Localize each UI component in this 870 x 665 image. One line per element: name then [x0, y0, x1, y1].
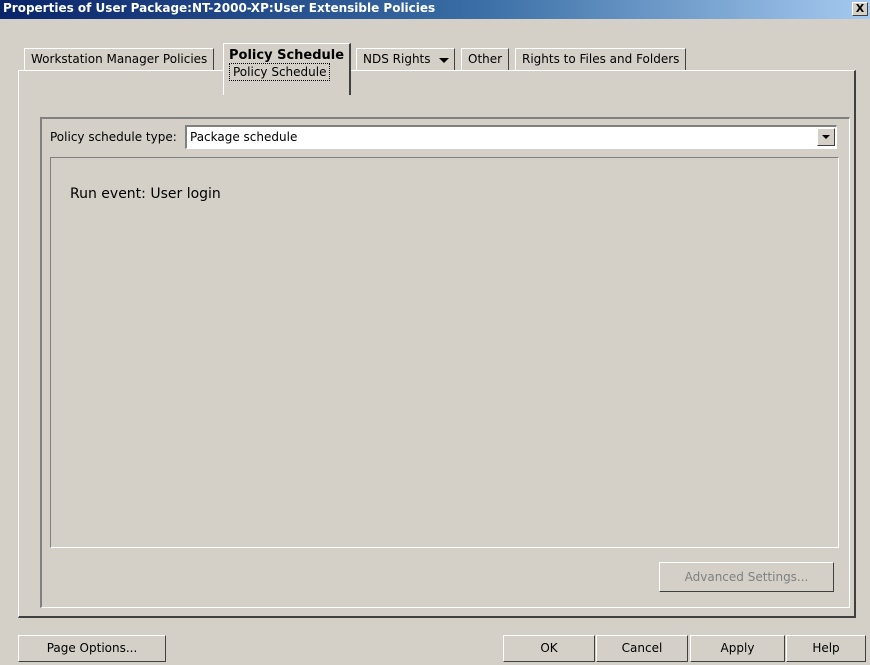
- schedule-type-value: Package schedule: [190, 130, 298, 144]
- tab-workstation-manager-policies[interactable]: Workstation Manager Policies: [24, 48, 215, 70]
- tab-label: Rights to Files and Folders: [522, 52, 680, 66]
- schedule-type-label: Policy schedule type:: [50, 130, 177, 144]
- page-options-button[interactable]: Page Options...: [18, 635, 166, 662]
- tab-label: Workstation Manager Policies: [31, 52, 208, 66]
- help-button[interactable]: Help: [786, 635, 866, 662]
- ok-button[interactable]: OK: [503, 635, 595, 662]
- schedule-type-dropdown-button[interactable]: [817, 128, 835, 146]
- schedule-type-select[interactable]: Package schedule: [185, 125, 837, 149]
- tab-label: Policy Schedule: [229, 48, 345, 63]
- tab-other[interactable]: Other: [461, 48, 510, 70]
- cancel-button[interactable]: Cancel: [596, 635, 688, 662]
- apply-button[interactable]: Apply: [690, 635, 785, 662]
- close-icon: X: [855, 2, 865, 15]
- window-title: Properties of User Package:NT-2000-XP:Us…: [3, 1, 436, 15]
- close-button[interactable]: X: [852, 2, 868, 16]
- run-event-text: Run event: User login: [70, 186, 221, 202]
- tab-label: NDS Rights: [363, 52, 431, 66]
- chevron-down-icon: [822, 135, 830, 139]
- tab-rights-to-files-and-folders[interactable]: Rights to Files and Folders: [515, 48, 687, 70]
- tab-nds-rights[interactable]: NDS Rights: [356, 48, 456, 70]
- chevron-down-icon[interactable]: [438, 55, 450, 63]
- tab-policy-schedule[interactable]: Policy Schedule Policy Schedule: [223, 43, 352, 95]
- subtab-policy-schedule[interactable]: Policy Schedule: [229, 63, 331, 81]
- tab-label: Other: [468, 52, 503, 66]
- run-event-panel: Run event: User login: [50, 157, 839, 548]
- advanced-settings-button[interactable]: Advanced Settings...: [659, 562, 834, 592]
- title-bar: Properties of User Package:NT-2000-XP:Us…: [0, 0, 870, 19]
